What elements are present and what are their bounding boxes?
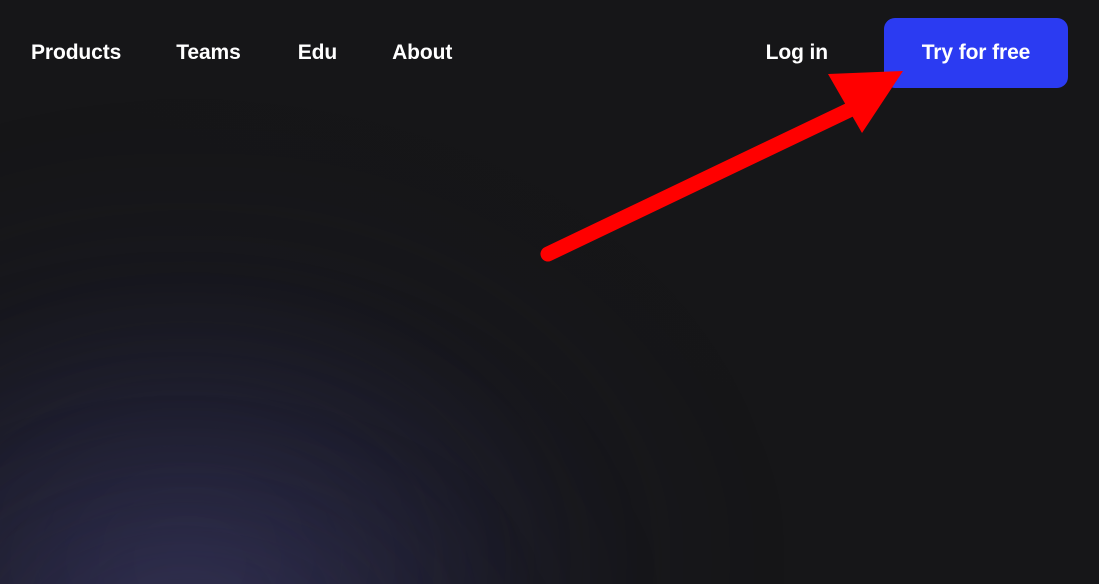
nav-link-edu[interactable]: Edu — [298, 38, 337, 68]
nav-link-about[interactable]: About — [392, 38, 452, 68]
try-for-free-button[interactable]: Try for free — [884, 18, 1068, 88]
page-root: Products Teams Edu About Log in Try for … — [0, 0, 1099, 584]
nav-link-products[interactable]: Products — [31, 38, 121, 68]
primary-nav-links: Products Teams Edu About — [31, 38, 452, 68]
nav-link-teams[interactable]: Teams — [176, 38, 241, 68]
top-navigation-bar: Products Teams Edu About Log in Try for … — [0, 0, 1099, 106]
account-nav-actions: Log in Try for free — [766, 18, 1068, 88]
login-link[interactable]: Log in — [766, 38, 828, 68]
